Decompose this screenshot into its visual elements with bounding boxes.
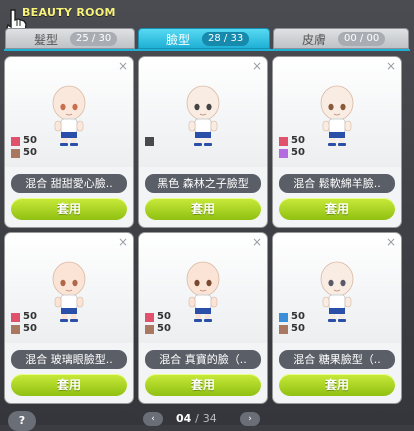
close-icon[interactable]: ×	[118, 59, 128, 73]
page-indicator: 04 / 34	[176, 412, 217, 425]
next-page-button[interactable]: ›	[240, 412, 260, 426]
character-avatar	[52, 85, 86, 146]
color-swatch	[279, 137, 288, 146]
color-swatch	[145, 313, 154, 322]
close-icon[interactable]: ×	[118, 235, 128, 249]
tab-hair-count: 25 / 30	[70, 32, 118, 46]
color-swatch	[11, 137, 20, 146]
apply-button[interactable]: 套用	[279, 198, 395, 220]
footer-bar: ? ‹ 04 / 34 ›	[0, 406, 414, 431]
category-tabs: 髮型 25 / 30 臉型 28 / 33 皮膚 00 / 00	[0, 28, 414, 50]
color-percent: 50	[23, 147, 37, 158]
total-pages: 34	[202, 412, 217, 425]
color-percent: 50	[23, 323, 37, 334]
tab-skin[interactable]: 皮膚 00 / 00	[273, 28, 409, 49]
color-swatch	[145, 137, 154, 146]
face-card[interactable]: × 50 50 混合 甜甜愛心臉.. 套用	[5, 57, 133, 227]
tab-hair-label: 髮型	[34, 33, 59, 47]
face-name: 混合 鬆軟綿羊臉..	[279, 174, 395, 193]
face-card[interactable]: × 50 50 混合 玻璃眼臉型.. 套用	[5, 233, 133, 403]
color-percent: 50	[291, 311, 305, 322]
face-preview: × 50 50	[273, 57, 401, 167]
tab-skin-label: 皮膚	[302, 33, 327, 47]
color-swatch	[11, 149, 20, 158]
color-swatch	[11, 325, 20, 334]
close-icon[interactable]: ×	[386, 235, 396, 249]
character-avatar	[52, 261, 86, 322]
face-name: 混合 真寶的臉（..	[145, 350, 261, 369]
prev-page-button[interactable]: ‹	[143, 412, 163, 426]
color-swatch	[279, 325, 288, 334]
face-name: 混合 甜甜愛心臉..	[11, 174, 127, 193]
tab-face[interactable]: 臉型 28 / 33	[138, 28, 270, 49]
color-swatch	[11, 313, 20, 322]
color-percent: 50	[291, 323, 305, 334]
close-icon[interactable]: ×	[252, 235, 262, 249]
face-card[interactable]: × 50 50 混合 糖果臉型（.. 套用	[273, 233, 401, 403]
face-preview: × 50 50	[273, 233, 401, 343]
tab-face-count: 28 / 33	[202, 32, 250, 46]
apply-button[interactable]: 套用	[11, 198, 127, 220]
color-percent: 50	[157, 311, 171, 322]
face-preview: × 50 50	[5, 233, 133, 343]
face-card[interactable]: × 50 50 混合 真寶的臉（.. 套用	[139, 233, 267, 403]
close-icon[interactable]: ×	[386, 59, 396, 73]
character-avatar	[186, 261, 220, 322]
face-name: 黑色 森林之子臉型	[145, 174, 261, 193]
tab-hair[interactable]: 髮型 25 / 30	[5, 28, 135, 49]
apply-button[interactable]: 套用	[145, 198, 261, 220]
color-swatch	[279, 149, 288, 158]
page-separator: /	[195, 412, 199, 425]
tab-face-label: 臉型	[166, 33, 191, 47]
face-preview: ×	[139, 57, 267, 167]
color-percent: 50	[291, 135, 305, 146]
color-swatch	[279, 313, 288, 322]
tab-skin-count: 00 / 00	[338, 32, 386, 46]
color-percent: 50	[291, 147, 305, 158]
window-title: BEAUTY ROOM	[22, 6, 116, 19]
color-percent: 50	[23, 135, 37, 146]
character-avatar	[320, 261, 354, 322]
face-card[interactable]: × 黑色 森林之子臉型 套用	[139, 57, 267, 227]
close-icon[interactable]: ×	[252, 59, 262, 73]
color-swatch	[145, 325, 154, 334]
face-name: 混合 糖果臉型（..	[279, 350, 395, 369]
face-name: 混合 玻璃眼臉型..	[11, 350, 127, 369]
apply-button[interactable]: 套用	[11, 374, 127, 396]
face-preview: × 50 50	[139, 233, 267, 343]
beauty-room-window: BEAUTY ROOM 髮型 25 / 30 臉型 28 / 33 皮膚 00 …	[0, 0, 414, 431]
face-preview: × 50 50	[5, 57, 133, 167]
apply-button[interactable]: 套用	[145, 374, 261, 396]
apply-button[interactable]: 套用	[279, 374, 395, 396]
color-percent: 50	[157, 323, 171, 334]
help-button[interactable]: ?	[8, 411, 36, 431]
character-avatar	[186, 85, 220, 146]
tab-underline	[4, 49, 410, 51]
face-card[interactable]: × 50 50 混合 鬆軟綿羊臉.. 套用	[273, 57, 401, 227]
character-avatar	[320, 85, 354, 146]
current-page: 04	[176, 412, 192, 425]
color-percent: 50	[23, 311, 37, 322]
